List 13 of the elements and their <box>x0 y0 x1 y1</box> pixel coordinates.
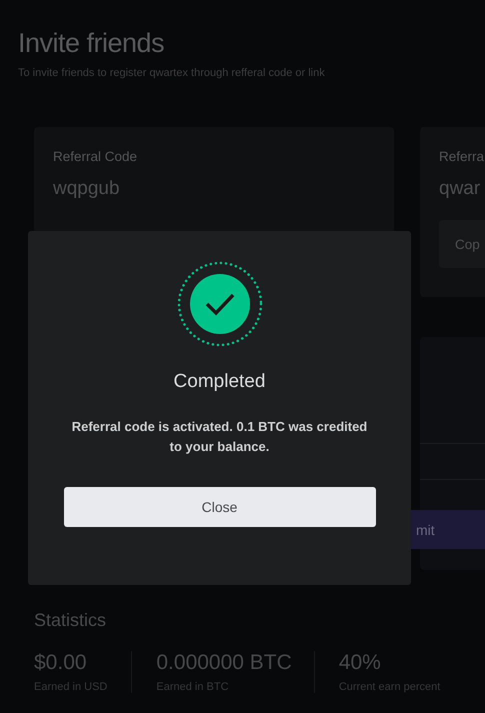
dialog-message: Referral code is activated. 0.1 BTC was credited to your balance. <box>70 418 368 456</box>
check-icon <box>176 261 262 347</box>
close-button[interactable]: Close <box>64 487 376 527</box>
stat-value: 40% <box>338 651 382 675</box>
referral-code: wqpgub <box>53 178 120 200</box>
copy-button[interactable]: Cop <box>439 220 485 268</box>
card-label: Referral Code <box>53 149 138 164</box>
card-label: Referra <box>439 149 484 164</box>
dialog-title: Completed <box>174 371 266 393</box>
page-title: Invite friends <box>18 28 166 59</box>
statistics-title: Statistics <box>34 610 108 631</box>
stat-value: $0.00 <box>34 651 88 675</box>
stat-value: 0.000000 BTC <box>156 651 292 675</box>
